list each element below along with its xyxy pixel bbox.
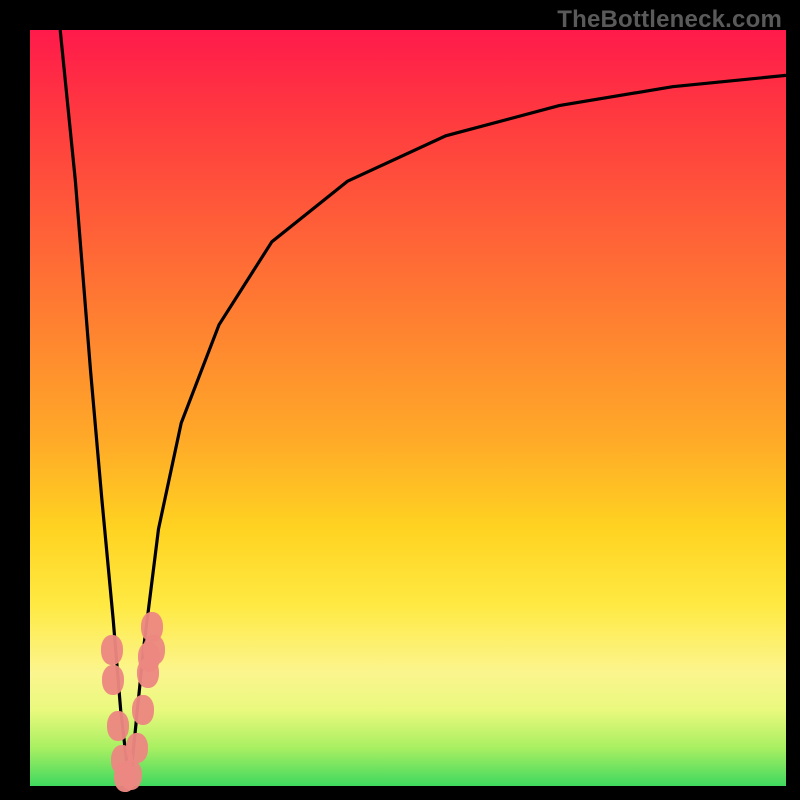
chart-marker: [102, 665, 124, 695]
chart-marker: [132, 695, 154, 725]
chart-marker: [126, 733, 148, 763]
chart-marker: [143, 635, 165, 665]
chart-marker: [107, 711, 129, 741]
chart-marker: [101, 635, 123, 665]
chart-stage: TheBottleneck.com: [0, 0, 800, 800]
chart-plot-area: [30, 30, 786, 786]
chart-marker: [120, 760, 142, 790]
curve-right-branch: [130, 75, 786, 786]
